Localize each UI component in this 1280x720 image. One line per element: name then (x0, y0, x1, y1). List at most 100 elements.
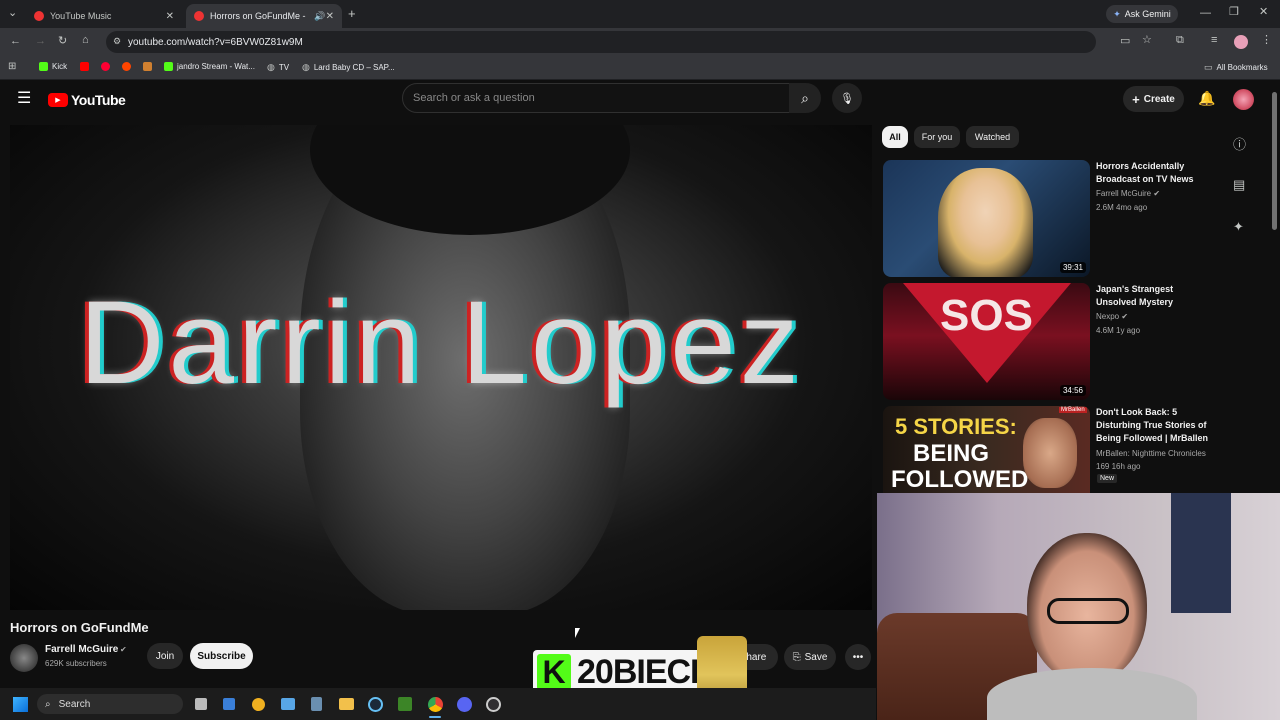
youtube-logo[interactable]: ▶ YouTube (48, 92, 126, 108)
bookmark-kick[interactable]: Kick (39, 62, 67, 71)
restore-icon[interactable]: ❐ (1229, 7, 1239, 18)
join-button[interactable]: Join (147, 643, 183, 669)
voice-search-button[interactable]: 🎙 (832, 83, 862, 113)
new-tab-icon[interactable]: + (348, 7, 356, 20)
sparkle-icon[interactable]: ✦ (1233, 219, 1244, 235)
recommendation-thumbnail[interactable]: SOS 34:56 (883, 283, 1090, 400)
recommendation-title[interactable]: Japan's Strangest Unsolved Mystery (1096, 283, 1216, 309)
recommendation-channel[interactable]: Farrell McGuire ✔ (1096, 189, 1160, 198)
task-view-icon[interactable] (195, 698, 207, 710)
taskbar-search-label: Search (58, 698, 91, 710)
thumbnail-sos-text: SOS (940, 291, 1033, 340)
weather-icon[interactable] (252, 698, 265, 711)
forward-icon[interactable]: → (35, 36, 46, 47)
recommendation-title[interactable]: Horrors Accidentally Broadcast on TV New… (1096, 160, 1216, 186)
taskbar-search[interactable]: ⌕ Search (37, 694, 183, 714)
close-window-icon[interactable]: ✕ (1259, 7, 1268, 18)
recommendation-thumbnail[interactable]: 39:31 (883, 160, 1090, 277)
file-explorer-icon[interactable] (339, 698, 354, 710)
tab-horrors-on-gofundme[interactable]: Horrors on GoFundMe - Yo 🔊 ✕ (186, 4, 342, 28)
globe-icon: ◍ (302, 62, 310, 72)
audio-playing-icon[interactable]: 🔊 (314, 11, 325, 22)
tab-youtube-music[interactable]: YouTube Music ✕ (26, 4, 182, 28)
chip-for-you[interactable]: For you (914, 126, 960, 148)
photos-icon[interactable] (281, 698, 295, 710)
more-actions-button[interactable]: ••• (845, 644, 871, 670)
subscribe-button[interactable]: Subscribe (190, 643, 253, 669)
recommendation-channel[interactable]: MrBallen: Nighttime Chronicles (1096, 449, 1206, 458)
youtube-icon (80, 62, 89, 71)
bookmark-youtube-music[interactable] (101, 62, 110, 71)
browser-toolbar: ← → ↻ ⌂ ⚙ youtube.com/watch?v=6BVW0Z81w9… (0, 28, 1280, 56)
back-icon[interactable]: ← (10, 36, 21, 47)
hamburger-menu-icon[interactable]: ☰ (17, 91, 31, 107)
account-avatar[interactable] (1233, 89, 1254, 110)
save-button[interactable]: ⎘ Save (784, 644, 836, 670)
youtube-logo-text: YouTube (71, 92, 126, 108)
chrome-icon[interactable] (428, 697, 443, 712)
cast-icon[interactable]: ▭ (1120, 36, 1130, 47)
chip-label: Watched (974, 132, 1011, 142)
site-info-icon[interactable]: ⚙ (113, 36, 121, 47)
bookmark-tv[interactable]: ◍ TV (267, 62, 289, 73)
search-input[interactable]: Search or ask a question (402, 83, 790, 113)
verified-badge-icon: ✔ (120, 645, 127, 654)
tab-search-icon[interactable]: ⌄ (8, 8, 17, 19)
recommendation-channel[interactable]: Nexpo ✔ (1096, 312, 1128, 321)
notifications-bell-icon[interactable]: 🔔 (1198, 91, 1215, 105)
widgets-icon[interactable] (223, 698, 235, 710)
bookmark-thumbnail-icon (143, 62, 152, 71)
channel-text: Farrell McGuire (1096, 189, 1152, 198)
channel-text: Nexpo (1096, 312, 1120, 321)
menu-kebab-icon[interactable]: ⋮ (1261, 35, 1272, 46)
windows-start-icon[interactable] (13, 697, 28, 712)
tab-groups-icon[interactable]: ≡ (1211, 35, 1217, 46)
close-tab-icon[interactable]: ✕ (166, 11, 174, 22)
minimize-icon[interactable]: — (1200, 8, 1211, 19)
profile-avatar[interactable] (1234, 35, 1248, 49)
ask-gemini-button[interactable]: ✦ Ask Gemini (1106, 5, 1178, 23)
bookmark-reddit[interactable] (122, 62, 131, 71)
kick-icon (39, 62, 48, 71)
minecraft-icon[interactable] (398, 697, 412, 711)
video-player[interactable]: Darrin Lopez (10, 125, 872, 610)
youtube-music-favicon (34, 11, 44, 21)
recommendation-title[interactable]: Don't Look Back: 5 Disturbing True Stori… (1096, 406, 1216, 445)
recommendation-thumbnail[interactable]: 5 STORIES: BEING FOLLOWED MrBallen (883, 406, 1090, 494)
create-button[interactable]: + Create (1123, 86, 1184, 112)
address-bar[interactable]: ⚙ youtube.com/watch?v=6BVW0Z81w9M (106, 31, 1096, 53)
webcam-person-shirt (987, 668, 1197, 720)
channel-name[interactable]: Farrell McGuire (45, 644, 118, 655)
bookmark-jandro-stream[interactable]: jandro Stream - Wat... (164, 62, 255, 71)
bookmark-youtube[interactable] (80, 62, 89, 71)
search-button[interactable]: ⌕ (789, 83, 821, 113)
bookmark-star-icon[interactable]: ☆ (1142, 35, 1152, 46)
webcam-poster (1171, 493, 1231, 613)
video-overlay-text: Darrin Lopez (79, 277, 803, 409)
chat-icon[interactable]: ▤ (1233, 177, 1245, 193)
steam-icon[interactable] (368, 697, 383, 712)
ask-gemini-label: Ask Gemini (1124, 9, 1171, 19)
obs-icon[interactable] (486, 697, 501, 712)
extensions-icon[interactable]: ⧉ (1176, 35, 1184, 46)
channel-avatar[interactable] (10, 644, 38, 672)
apps-grid-icon[interactable]: ⊞ (8, 62, 16, 72)
discord-icon[interactable] (457, 697, 472, 712)
youtube-masthead: ☰ ▶ YouTube Search or ask a question ⌕ 🎙… (0, 80, 1280, 120)
thumbnail-stories-line1: 5 STORIES: (895, 414, 1017, 439)
home-icon[interactable]: ⌂ (82, 35, 89, 46)
calculator-icon[interactable] (311, 697, 322, 711)
info-icon[interactable]: ⓘ (1233, 134, 1246, 153)
close-tab-icon[interactable]: ✕ (326, 11, 334, 22)
bookmark-lard-baby[interactable]: ◍ Lard Baby CD – SAP... (302, 62, 395, 73)
chip-watched[interactable]: Watched (966, 126, 1019, 148)
chip-all[interactable]: All (882, 126, 908, 148)
video-duration: 39:31 (1059, 262, 1086, 273)
promo-code: 20BIECE (577, 652, 713, 691)
page-scrollbar[interactable] (1272, 92, 1277, 230)
all-bookmarks-button[interactable]: ▭ All Bookmarks (1204, 62, 1268, 73)
microphone-icon: 🎙 (840, 92, 854, 105)
bookmark-image[interactable] (143, 62, 152, 71)
subscribe-label: Subscribe (197, 650, 246, 662)
reload-icon[interactable]: ↻ (58, 36, 67, 47)
